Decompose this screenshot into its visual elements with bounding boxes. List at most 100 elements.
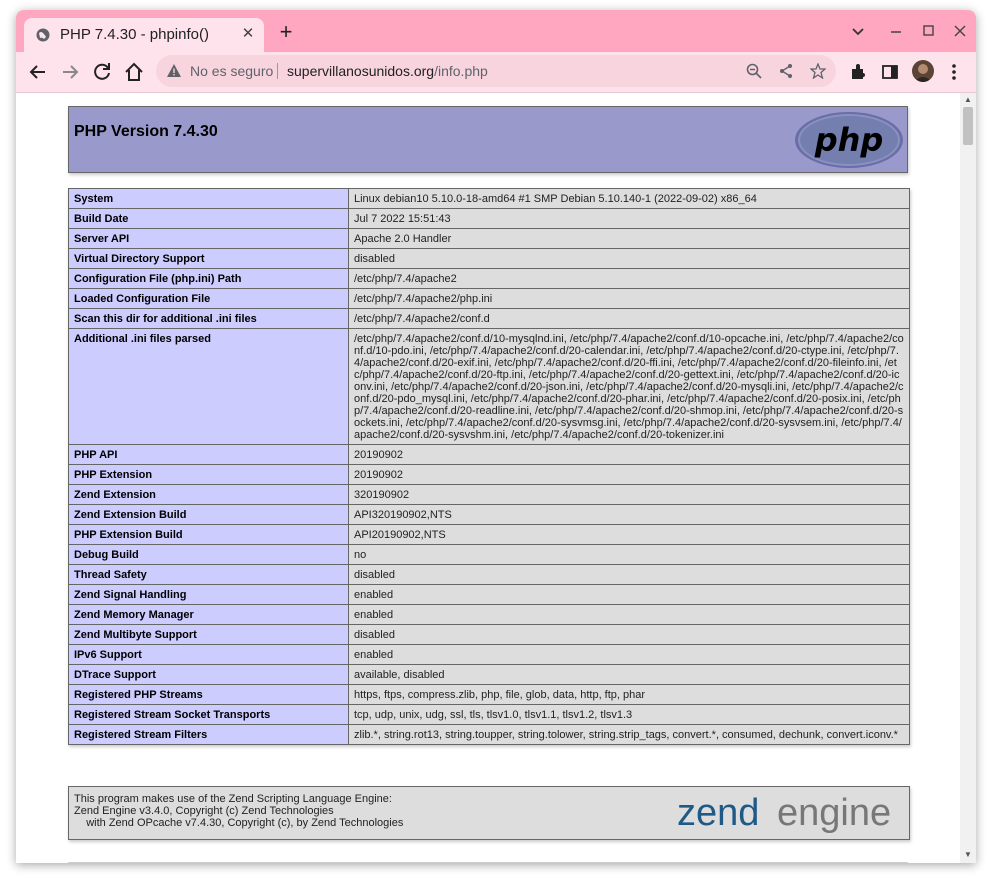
credits-line-3: with Zend OPcache v7.4.30, Copyright (c)… [74, 817, 404, 829]
row-value: enabled [348, 604, 910, 625]
table-row: Configuration File (php.ini) Path/etc/ph… [68, 268, 910, 289]
engine-logo-word: engine [777, 792, 891, 834]
toolbar: No es seguro supervillanosunidos.org/inf… [16, 52, 976, 93]
row-value: https, ftps, compress.zlib, php, file, g… [348, 684, 910, 705]
avatar-image [914, 64, 932, 82]
row-value: /etc/php/7.4/apache2/conf.d [348, 308, 910, 329]
row-key: Build Date [68, 208, 349, 229]
table-row: Virtual Directory Support disabled [68, 248, 910, 269]
row-value: tcp, udp, unix, udg, ssl, tls, tlsv1.0, … [348, 704, 910, 725]
php-version-header: PHP Version 7.4.30 php [68, 106, 908, 173]
table-row: PHP Extension 20190902 [68, 464, 910, 485]
warning-icon[interactable] [166, 63, 182, 79]
menu-kebab-icon[interactable] [944, 62, 964, 82]
row-key: Registered Stream Socket Transports [68, 704, 349, 725]
row-value: Apache 2.0 Handler [348, 228, 910, 249]
php-info-table: System Linux debian10 5.10.0-18-amd64 #1 … [68, 188, 910, 745]
row-value: disabled [348, 564, 910, 585]
table-row: Zend Signal Handling enabled [68, 584, 910, 605]
row-value: disabled [348, 248, 910, 269]
zoom-icon[interactable] [746, 63, 762, 79]
table-row: Scan this dir for additional .ini files /… [68, 308, 910, 329]
tab-search-chevron-icon[interactable] [846, 20, 870, 42]
row-key: Additional .ini files parsed [68, 328, 349, 445]
reload-icon[interactable] [90, 60, 114, 84]
address-bar[interactable]: No es seguro supervillanosunidos.org/inf… [156, 55, 836, 87]
tab-title: PHP 7.4.30 - phpinfo() [60, 26, 209, 43]
maximize-icon[interactable] [916, 20, 940, 42]
bookmark-star-icon[interactable] [810, 63, 826, 79]
table-row: Registered PHP Streams https, ftps, compr… [68, 684, 910, 705]
scroll-down-icon[interactable]: ▼ [964, 851, 972, 859]
zend-engine-logo[interactable]: zend engine [677, 791, 905, 835]
table-row: Loaded Configuration File/etc/php/7.4/ap… [68, 288, 910, 309]
row-key: Zend Extension Build [68, 504, 349, 525]
page-content: PHP Version 7.4.30 php System Linux debia… [16, 93, 960, 863]
row-value: API320190902,NTS [348, 504, 910, 525]
table-row: Zend Memory Manager enabled [68, 604, 910, 625]
row-key: Zend Memory Manager [68, 604, 349, 625]
close-tab-icon[interactable]: ✕ [238, 24, 258, 44]
row-key: Debug Build [68, 544, 349, 565]
profile-avatar[interactable] [912, 60, 934, 82]
row-key: Configuration File (php.ini) Path [68, 268, 349, 289]
row-key: Virtual Directory Support [68, 248, 349, 269]
row-value: 20190902 [348, 464, 910, 485]
side-panel-icon[interactable] [880, 62, 900, 82]
table-row: Additional .ini files parsed/etc/php/7.4… [68, 328, 910, 445]
row-key: Server API [68, 228, 349, 249]
vertical-scrollbar[interactable]: ▲ ▼ [960, 93, 976, 863]
url-path: /info.php [434, 63, 488, 79]
divider-line [68, 862, 908, 863]
scrollbar-thumb[interactable] [963, 107, 973, 145]
credits-box: This program makes use of the Zend Scrip… [68, 786, 910, 840]
browser-window: PHP 7.4.30 - phpinfo() ✕ + No es seguro … [16, 10, 976, 863]
share-icon[interactable] [778, 63, 794, 79]
forward-icon[interactable] [58, 60, 82, 84]
extensions-icon[interactable] [848, 62, 868, 82]
url-divider [277, 63, 278, 79]
row-value: Linux debian10 5.10.0-18-amd64 #1 SMP De… [348, 188, 910, 209]
browser-tab[interactable]: PHP 7.4.30 - phpinfo() ✕ [24, 18, 264, 52]
row-value: enabled [348, 644, 910, 665]
row-key: DTrace Support [68, 664, 349, 685]
security-status[interactable]: No es seguro [190, 63, 273, 79]
php-logo[interactable]: php [794, 111, 904, 169]
back-icon[interactable] [26, 60, 50, 84]
row-key: PHP Extension Build [68, 524, 349, 545]
row-key: IPv6 Support [68, 644, 349, 665]
row-value: /etc/php/7.4/apache2 [348, 268, 910, 289]
table-row: Thread Safety disabled [68, 564, 910, 585]
table-row: Zend Extension Build API320190902,NTS [68, 504, 910, 525]
table-row: Zend Extension 320190902 [68, 484, 910, 505]
row-value: no [348, 544, 910, 565]
table-row: Registered Stream Socket Transports tcp, … [68, 704, 910, 725]
table-row: PHP API 20190902 [68, 444, 910, 465]
row-key: Registered Stream Filters [68, 724, 349, 745]
close-window-icon[interactable] [948, 20, 972, 42]
table-row: Build Date Jul 7 2022 15:51:43 [68, 208, 910, 229]
row-value: /etc/php/7.4/apache2/conf.d/10-mysqlnd.i… [348, 328, 910, 445]
row-key: Zend Multibyte Support [68, 624, 349, 645]
row-key: Loaded Configuration File [68, 288, 349, 309]
row-key: Thread Safety [68, 564, 349, 585]
minimize-icon[interactable] [884, 20, 908, 42]
row-key: System [68, 188, 349, 209]
url-text[interactable]: supervillanosunidos.org/info.php [287, 63, 488, 79]
zend-logo-word: zend [677, 792, 759, 834]
home-icon[interactable] [122, 60, 146, 84]
scroll-up-icon[interactable]: ▲ [964, 96, 972, 104]
row-value: disabled [348, 624, 910, 645]
credits-line-1: This program makes use of the Zend Scrip… [74, 793, 392, 805]
table-row: System Linux debian10 5.10.0-18-amd64 #1 … [68, 188, 910, 209]
table-row: IPv6 Support enabled [68, 644, 910, 665]
row-key: Zend Extension [68, 484, 349, 505]
new-tab-button[interactable]: + [274, 20, 298, 44]
row-key: PHP Extension [68, 464, 349, 485]
page-title: PHP Version 7.4.30 [74, 123, 218, 140]
row-key: Scan this dir for additional .ini files [68, 308, 349, 329]
row-key: PHP API [68, 444, 349, 465]
row-value: Jul 7 2022 15:51:43 [348, 208, 910, 229]
credits-text: This program makes use of the Zend Scrip… [74, 793, 403, 829]
row-value: 320190902 [348, 484, 910, 505]
